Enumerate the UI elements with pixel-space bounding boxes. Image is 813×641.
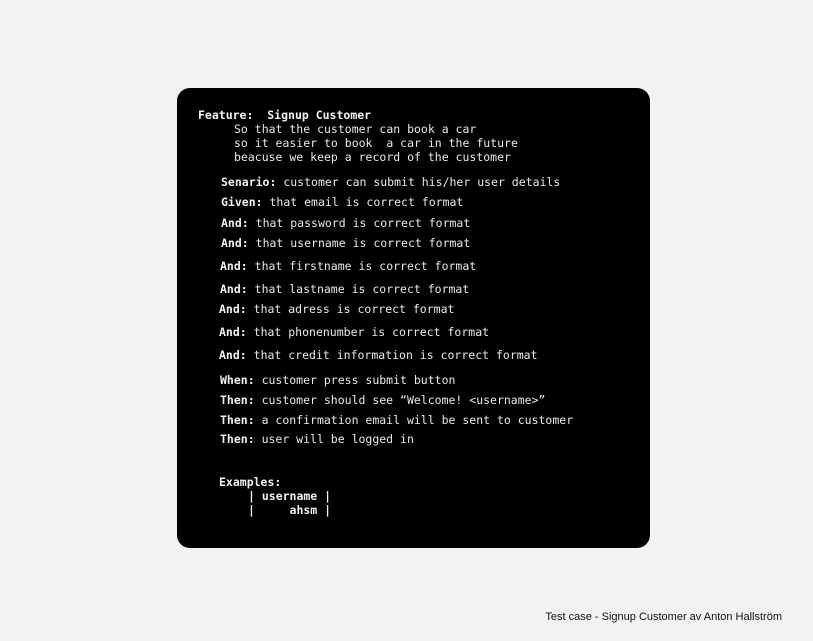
gherkin-card: Feature: Signup Customer So that the cus… bbox=[177, 88, 650, 548]
step-keyword: And: bbox=[219, 325, 247, 339]
feature-description-line: beacuse we keep a record of the customer bbox=[234, 150, 511, 164]
step-line: When: customer press submit button bbox=[220, 373, 455, 387]
step-line: Given: that email is correct format bbox=[221, 195, 463, 209]
step-line: Then: a confirmation email will be sent … bbox=[220, 413, 573, 427]
examples-row: | username | bbox=[248, 489, 332, 503]
step-line: And: that lastname is correct format bbox=[220, 282, 469, 296]
step-text: a confirmation email will be sent to cus… bbox=[261, 413, 574, 427]
step-keyword: And: bbox=[221, 236, 249, 250]
step-line: Then: user will be logged in bbox=[220, 432, 414, 446]
step-keyword: And: bbox=[219, 302, 247, 316]
step-keyword: And: bbox=[219, 348, 247, 362]
step-keyword: And: bbox=[220, 282, 248, 296]
step-keyword: Then: bbox=[220, 393, 255, 407]
step-text: customer should see “Welcome! <username>… bbox=[261, 393, 546, 407]
step-keyword: Given: bbox=[221, 195, 263, 209]
step-text: that email is correct format bbox=[269, 195, 464, 209]
step-text: that firstname is correct format bbox=[254, 259, 477, 273]
examples-row: | ahsm | bbox=[248, 503, 332, 517]
feature-title: Signup Customer bbox=[267, 108, 372, 122]
step-text: that adress is correct format bbox=[253, 302, 455, 316]
step-line: And: that credit information is correct … bbox=[219, 348, 538, 362]
step-line: And: that password is correct format bbox=[221, 216, 470, 230]
step-line: And: that firstname is correct format bbox=[220, 259, 476, 273]
footer-caption: Test case - Signup Customer av Anton Hal… bbox=[545, 611, 782, 623]
scenario-line: Senario: customer can submit his/her use… bbox=[221, 175, 560, 189]
feature-description-line: so it easier to book a car in the future bbox=[234, 136, 518, 150]
step-text: that lastname is correct format bbox=[254, 282, 470, 296]
step-keyword: Then: bbox=[220, 432, 255, 446]
examples-keyword: Examples: bbox=[219, 475, 282, 489]
step-text: user will be logged in bbox=[261, 432, 414, 446]
step-text: that password is correct format bbox=[255, 216, 471, 230]
feature-line: Feature: Signup Customer bbox=[198, 108, 371, 122]
step-text: that credit information is correct forma… bbox=[253, 348, 538, 362]
step-keyword: When: bbox=[220, 373, 255, 387]
step-keyword: And: bbox=[221, 216, 249, 230]
step-text: that phonenumber is correct format bbox=[253, 325, 490, 339]
step-line: And: that username is correct format bbox=[221, 236, 470, 250]
scenario-text: customer can submit his/her user details bbox=[283, 175, 561, 189]
step-line: And: that phonenumber is correct format bbox=[219, 325, 489, 339]
step-keyword: Then: bbox=[220, 413, 255, 427]
feature-keyword: Feature: bbox=[198, 108, 254, 122]
step-keyword: And: bbox=[220, 259, 248, 273]
step-line: And: that adress is correct format bbox=[219, 302, 454, 316]
step-line: Then: customer should see “Welcome! <use… bbox=[220, 393, 545, 407]
step-text: that username is correct format bbox=[255, 236, 471, 250]
scenario-keyword: Senario: bbox=[221, 175, 277, 189]
feature-description-line: So that the customer can book a car bbox=[234, 122, 477, 136]
step-text: customer press submit button bbox=[261, 373, 456, 387]
